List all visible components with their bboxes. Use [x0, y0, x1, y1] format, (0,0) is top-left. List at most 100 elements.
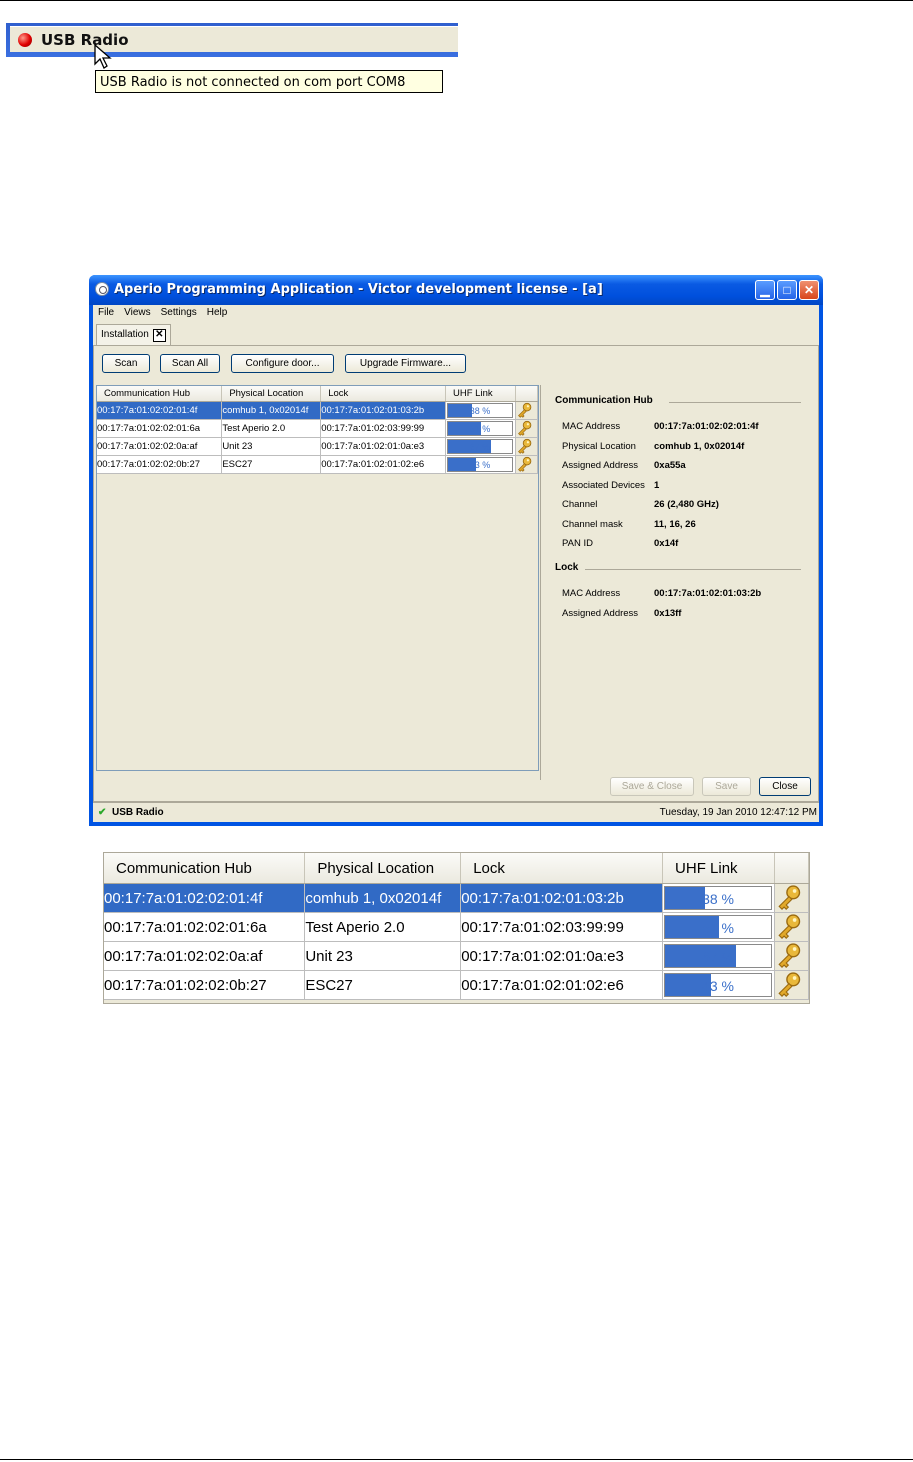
installation-panel: Scan Scan All Configure door... Upgrade …: [93, 346, 819, 802]
uhf-link-bar: 38 %: [664, 886, 773, 910]
col-uhf-link[interactable]: UHF Link: [662, 853, 776, 884]
uhf-link-label: 67 %: [702, 949, 734, 965]
scan-button[interactable]: Scan: [102, 354, 150, 373]
field-value: 11, 16, 26: [654, 518, 696, 530]
cell-key[interactable]: [774, 883, 809, 913]
save-button[interactable]: Save: [702, 777, 751, 796]
title-bar[interactable]: Aperio Programming Application - Victor …: [89, 275, 823, 305]
key-icon[interactable]: [516, 438, 533, 455]
uhf-link-bar: 51 %: [447, 421, 514, 436]
configure-door-button[interactable]: Configure door...: [231, 354, 334, 373]
uhf-link-label: 38 %: [469, 406, 491, 416]
key-icon[interactable]: [775, 884, 803, 912]
cell-location: Unit 23: [304, 941, 462, 971]
table-row[interactable]: 00:17:7a:01:02:02:0a:af Unit 23 00:17:7a:0…: [97, 437, 539, 456]
zoomed-device-grid: Communication Hub Physical Location Lock…: [104, 853, 809, 1000]
cell-key[interactable]: [515, 401, 539, 420]
key-icon[interactable]: [775, 942, 803, 970]
table-row[interactable]: 00:17:7a:01:02:02:01:6a Test Aperio 2.0 00…: [97, 419, 539, 438]
field-value: 1: [654, 479, 660, 491]
col-physical-location[interactable]: Physical Location: [304, 853, 462, 884]
cell-uhf-link: 43 %: [662, 970, 776, 1000]
key-icon[interactable]: [775, 971, 803, 999]
save-close-button[interactable]: Save & Close: [610, 777, 694, 796]
table-row[interactable]: 00:17:7a:01:02:02:0a:af Unit 23 00:17:7a:0…: [104, 941, 809, 971]
scan-all-button[interactable]: Scan All: [160, 354, 220, 373]
key-icon[interactable]: [775, 913, 803, 941]
menu-file[interactable]: File: [93, 305, 119, 321]
field-label: Channel mask: [562, 518, 623, 530]
cell-key[interactable]: [515, 419, 539, 438]
field-value: 0x13ff: [654, 607, 682, 619]
usb-radio-status-item[interactable]: USB Radio: [10, 26, 458, 52]
col-lock[interactable]: Lock: [320, 386, 447, 402]
cell-lock: 00:17:7a:01:02:01:02:e6: [320, 455, 447, 474]
cell-hub: 00:17:7a:01:02:02:0b:27: [97, 455, 223, 474]
menu-views[interactable]: Views: [119, 305, 156, 321]
device-grid: Communication Hub Physical Location Lock…: [97, 386, 539, 474]
minimize-button[interactable]: ▁: [755, 280, 775, 300]
cell-location: Test Aperio 2.0: [221, 419, 322, 438]
field-label: Assigned Address: [562, 460, 639, 471]
field-value: comhub 1, 0x02014f: [654, 440, 745, 452]
cell-uhf-link: 67 %: [445, 437, 516, 456]
cell-key[interactable]: [774, 941, 809, 971]
table-row[interactable]: 00:17:7a:01:02:02:0b:27 ESC27 00:17:7a:01:…: [97, 455, 539, 474]
cell-lock: 00:17:7a:01:02:01:03:2b: [320, 401, 447, 420]
details-pane: Communication Hub MAC Address 00:17:7a:01…: [540, 385, 819, 780]
key-icon[interactable]: [516, 420, 533, 437]
field-value: 00:17:7a:01:02:02:01:4f: [654, 421, 759, 432]
tab-close-icon[interactable]: ✕: [152, 328, 166, 342]
field-label: PAN ID: [562, 538, 593, 549]
cell-uhf-link: 51 %: [662, 912, 776, 942]
cell-key[interactable]: [515, 455, 539, 474]
table-row[interactable]: 00:17:7a:01:02:02:0b:27 ESC27 00:17:7a:01:…: [104, 970, 809, 1000]
key-icon[interactable]: [516, 456, 533, 473]
col-communication-hub[interactable]: Communication Hub: [104, 853, 306, 884]
table-row[interactable]: 00:17:7a:01:02:02:01:6a Test Aperio 2.0 00…: [104, 912, 809, 942]
col-uhf-link[interactable]: UHF Link: [445, 386, 516, 402]
cell-key[interactable]: [774, 912, 809, 942]
cell-location: ESC27: [304, 970, 462, 1000]
field-value: 0x14f: [654, 538, 679, 549]
table-row[interactable]: 00:17:7a:01:02:02:01:4f comhub 1, 0x02014…: [97, 401, 539, 420]
page-top-rule: [0, 0, 913, 1]
cell-key[interactable]: [515, 437, 539, 456]
col-communication-hub[interactable]: Communication Hub: [97, 386, 223, 402]
col-lock[interactable]: Lock: [460, 853, 664, 884]
uhf-link-label: 38 %: [702, 891, 734, 907]
close-window-button[interactable]: ✕: [799, 280, 819, 300]
maximize-button[interactable]: □: [777, 280, 797, 300]
status-bar: ✔ USB Radio Tuesday, 19 Jan 2010 12:47:1…: [93, 802, 819, 823]
menu-settings[interactable]: Settings: [156, 305, 202, 321]
device-table: Communication Hub Physical Location Lock…: [96, 385, 539, 771]
cell-location: ESC27: [221, 455, 322, 474]
cell-uhf-link: 43 %: [445, 455, 516, 474]
cell-lock: 00:17:7a:01:02:01:0a:e3: [460, 941, 664, 971]
cell-key[interactable]: [774, 970, 809, 1000]
table-row[interactable]: 00:17:7a:01:02:02:01:4f comhub 1, 0x02014…: [104, 883, 809, 913]
key-icon[interactable]: [516, 402, 533, 419]
cell-hub: 00:17:7a:01:02:02:01:6a: [104, 912, 306, 942]
cell-hub: 00:17:7a:01:02:02:0a:af: [104, 941, 306, 971]
menu-help[interactable]: Help: [202, 305, 233, 321]
cell-location: Unit 23: [221, 437, 322, 456]
status-usb-radio[interactable]: USB Radio: [112, 803, 164, 823]
window-title: Aperio Programming Application - Victor …: [114, 282, 603, 297]
col-icon: [515, 386, 539, 402]
tab-installation-label: Installation: [101, 329, 149, 340]
usb-radio-status-strip: USB Radio: [6, 23, 458, 57]
col-physical-location[interactable]: Physical Location: [221, 386, 322, 402]
lock-section-title: Lock: [555, 562, 579, 573]
hub-section-divider: [669, 402, 801, 403]
cell-hub: 00:17:7a:01:02:02:0a:af: [97, 437, 223, 456]
field-label: Channel: [562, 499, 598, 510]
uhf-link-label: 43 %: [469, 460, 491, 470]
cell-location: comhub 1, 0x02014f: [304, 883, 462, 913]
mouse-pointer-icon: [94, 44, 112, 69]
upgrade-firmware-button[interactable]: Upgrade Firmware...: [345, 354, 466, 373]
tab-installation[interactable]: Installation ✕: [96, 324, 171, 345]
field-label: MAC Address: [562, 421, 621, 432]
uhf-link-bar: 51 %: [664, 915, 773, 939]
close-button[interactable]: Close: [759, 777, 811, 796]
